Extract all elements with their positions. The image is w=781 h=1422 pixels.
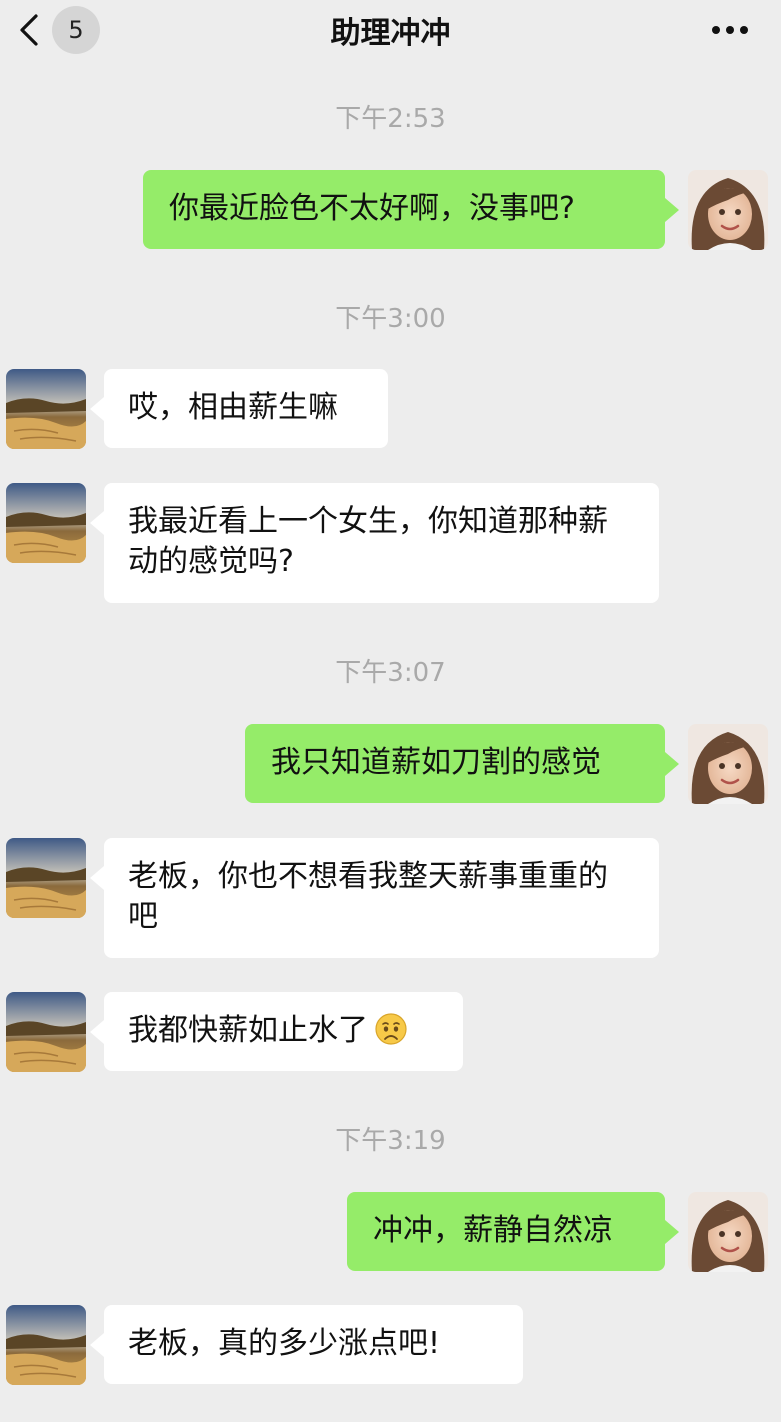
timestamp: 下午3:07 bbox=[335, 658, 446, 688]
incoming-message[interactable]: 老板，你也不想看我整天薪事重重的吧 bbox=[90, 838, 659, 958]
girl-portrait-avatar bbox=[688, 724, 768, 804]
contact-avatar[interactable] bbox=[6, 992, 86, 1072]
sad-face-emoji-icon bbox=[375, 1013, 407, 1045]
contact-avatar[interactable] bbox=[6, 483, 86, 563]
self-avatar[interactable] bbox=[688, 1192, 768, 1272]
contact-avatar[interactable] bbox=[6, 838, 86, 918]
more-button[interactable] bbox=[708, 18, 752, 42]
desert-landscape-avatar bbox=[6, 483, 86, 563]
message-text: 我都快薪如止水了 bbox=[128, 1013, 368, 1048]
timestamp: 下午3:00 bbox=[335, 304, 446, 334]
self-avatar[interactable] bbox=[688, 724, 768, 804]
desert-landscape-avatar bbox=[6, 369, 86, 449]
self-avatar[interactable] bbox=[688, 170, 768, 250]
desert-landscape-avatar bbox=[6, 992, 86, 1072]
outgoing-message[interactable]: 冲冲，薪静自然凉 bbox=[347, 1192, 679, 1271]
timestamp: 下午3:19 bbox=[335, 1126, 446, 1156]
incoming-message[interactable]: 哎，相由薪生嘛 bbox=[90, 369, 388, 448]
outgoing-message[interactable]: 我只知道薪如刀割的感觉 bbox=[245, 724, 679, 803]
contact-avatar[interactable] bbox=[6, 1305, 86, 1385]
nav-bar: 5 助理冲冲 bbox=[0, 0, 781, 62]
girl-portrait-avatar bbox=[688, 170, 768, 250]
desert-landscape-avatar bbox=[6, 1305, 86, 1385]
more-dots-icon bbox=[712, 26, 748, 34]
incoming-message[interactable]: 我最近看上一个女生，你知道那种薪动的感觉吗? bbox=[90, 483, 659, 603]
girl-portrait-avatar bbox=[688, 1192, 768, 1272]
desert-landscape-avatar bbox=[6, 838, 86, 918]
timestamp: 下午2:53 bbox=[335, 104, 446, 134]
chat-title: 助理冲冲 bbox=[330, 16, 451, 51]
incoming-message[interactable]: 我都快薪如止水了 bbox=[90, 992, 463, 1071]
contact-avatar[interactable] bbox=[6, 369, 86, 449]
incoming-message[interactable]: 老板，真的多少涨点吧! bbox=[90, 1305, 523, 1384]
outgoing-message[interactable]: 你最近脸色不太好啊，没事吧? bbox=[143, 170, 679, 249]
